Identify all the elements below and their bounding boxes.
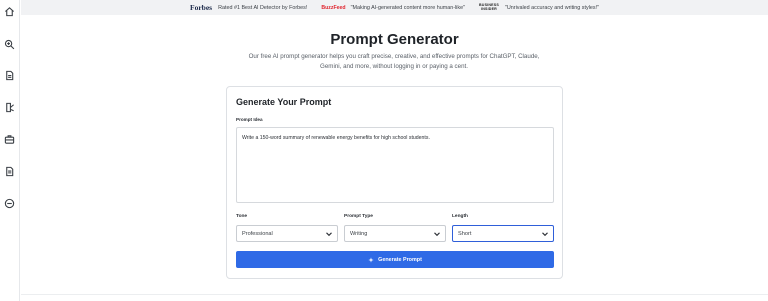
generate-prompt-label: Generate Prompt [378, 256, 422, 263]
sparkle-icon [368, 256, 374, 263]
page-title: Prompt Generator [330, 31, 459, 48]
page-subtitle: Our free AI prompt generator helps you c… [248, 53, 540, 70]
chevron-down-icon [434, 232, 440, 237]
document-edit-icon[interactable] [3, 101, 16, 114]
buzzfeed-testimonial: BuzzFeed "Making AI-generated content mo… [321, 5, 465, 11]
card-heading: Generate Your Prompt [236, 97, 332, 107]
forbes-quote: Rated #1 Best AI Detector by Forbes! [218, 4, 308, 11]
sidebar [0, 0, 20, 301]
chevron-down-icon [326, 232, 332, 237]
document-icon[interactable] [3, 69, 16, 82]
prompt-type-label: Prompt Type [344, 214, 373, 219]
prompt-type-select-value: Writing [350, 230, 368, 237]
tone-select-value: Professional [242, 230, 273, 237]
file-list-icon[interactable] [3, 165, 16, 178]
testimonial-banner: Forbes Rated #1 Best AI Detector by Forb… [21, 0, 768, 15]
buzzfeed-quote: "Making AI-generated content more human-… [350, 4, 465, 11]
minus-circle-icon[interactable] [3, 197, 16, 210]
chevron-down-icon [542, 232, 548, 237]
tone-select[interactable]: Professional [236, 225, 338, 242]
length-label: Length [452, 214, 468, 219]
buzzfeed-logo: BuzzFeed [321, 4, 346, 11]
length-select-value: Short [458, 230, 472, 237]
generate-prompt-button[interactable]: Generate Prompt [236, 251, 554, 268]
tone-label: Tone [236, 214, 248, 219]
search-zoom-icon[interactable] [3, 38, 16, 51]
bi-logo-line2: INSIDER [481, 6, 497, 11]
business-insider-logo: BUSINESS INSIDER [479, 3, 499, 12]
divider [21, 294, 768, 295]
generate-prompt-card: Generate Your Prompt Prompt Idea Write a… [226, 86, 563, 279]
prompt-idea-textarea[interactable]: Write a 150-word summary of renewable en… [236, 127, 554, 203]
business-insider-quote: "Unrivaled accuracy and writing styles!" [504, 4, 599, 11]
prompt-type-select[interactable]: Writing [344, 225, 446, 242]
forbes-testimonial: Forbes Rated #1 Best AI Detector by Forb… [190, 3, 307, 12]
forbes-logo: Forbes [189, 3, 213, 12]
briefcase-icon[interactable] [3, 133, 16, 146]
home-icon[interactable] [3, 5, 16, 18]
length-select[interactable]: Short [452, 225, 554, 242]
business-insider-testimonial: BUSINESS INSIDER "Unrivaled accuracy and… [479, 3, 599, 12]
prompt-idea-label: Prompt Idea [236, 117, 263, 122]
